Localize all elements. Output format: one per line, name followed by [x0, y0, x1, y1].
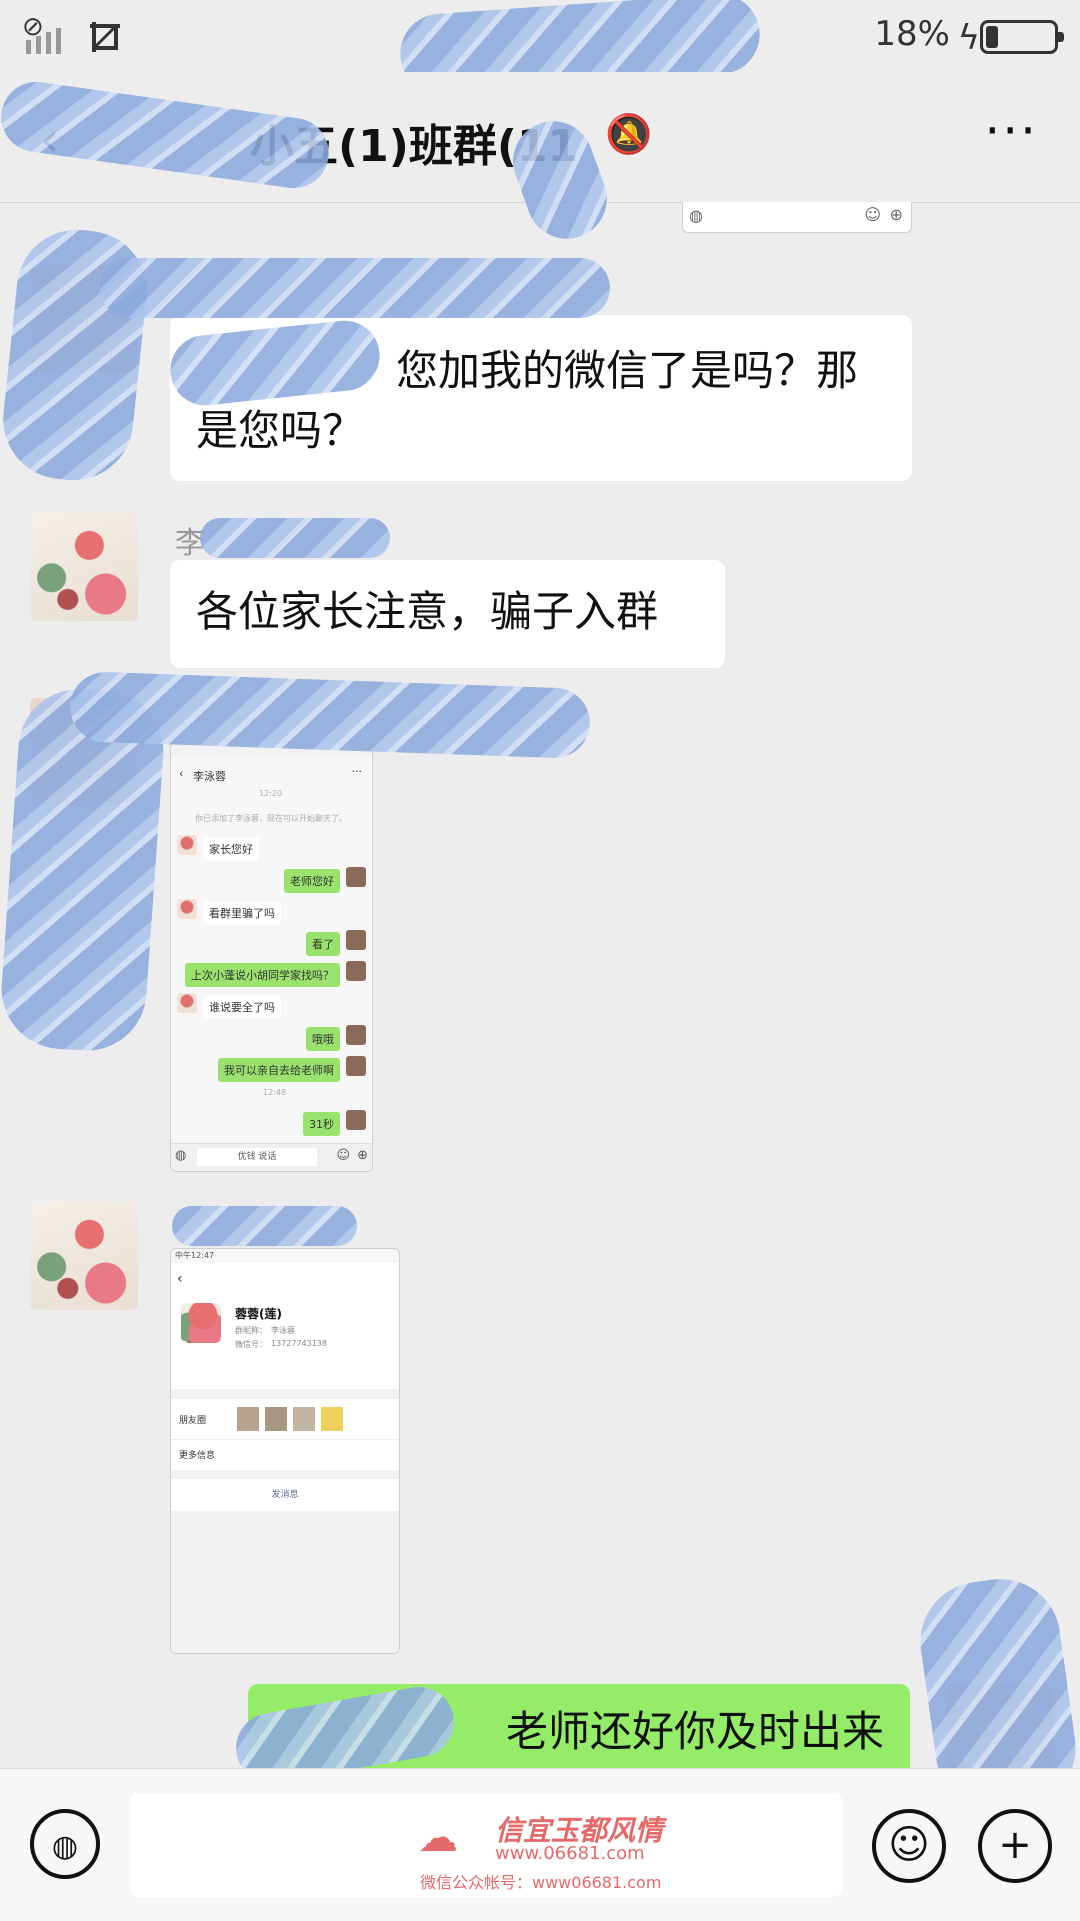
battery-percent: 18% — [874, 14, 950, 54]
profile-card: ‹ 蓉蓉(莲) 群昵称： 李泳蓉 微信号： 13727743138 — [171, 1263, 399, 1389]
mini-message: 谁说要全了吗 — [203, 995, 281, 1019]
redaction-scribble — [172, 1206, 357, 1246]
avatar — [346, 930, 366, 950]
moments-thumb — [237, 1407, 259, 1431]
moments-label: 朋友圈 — [179, 1416, 207, 1426]
redaction-scribble — [100, 258, 610, 318]
avatar — [177, 993, 197, 1013]
voice-icon: ◍ — [51, 1829, 79, 1864]
mute-bell-icon: 🔕 — [605, 112, 653, 156]
more-info-label: 更多信息 — [179, 1451, 216, 1461]
mini-message: 哦哦 — [306, 1027, 340, 1051]
watermark-subtitle: 微信公众帐号：www06681.com — [420, 1873, 662, 1892]
mini-message: 家长您好 — [203, 837, 259, 861]
avatar — [346, 1025, 366, 1045]
nickname: 李泳蓉 — [271, 1326, 295, 1335]
emoji-icon: ☺ — [864, 205, 881, 224]
watermark-logo: ☁ — [418, 1815, 458, 1861]
more-options-button[interactable]: ··· — [984, 102, 1038, 160]
mini-message: 看了 — [306, 932, 340, 956]
plus-icon: ⊕ — [357, 1148, 368, 1163]
send-message-row: 发消息 — [171, 1479, 399, 1511]
emoji-button[interactable]: ☺ — [872, 1809, 946, 1883]
watermark-url: www.06681.com — [495, 1843, 645, 1864]
mini-message: 看群里骗了吗 — [203, 901, 281, 925]
mini-input-bar: ◍ 优钱 说话 ☺ ⊕ — [171, 1143, 372, 1171]
mini-message: 我可以亲自去给老师啊 — [218, 1058, 340, 1082]
moments-thumb — [321, 1407, 343, 1431]
image-thumbnail-edge[interactable]: ◍ ☺ ⊕ — [682, 202, 912, 233]
system-notice: 你已添加了李泳蓉，现在可以开始聊天了。 — [195, 814, 347, 823]
moments-thumb — [265, 1407, 287, 1431]
profile-name: 蓉蓉(莲) — [235, 1307, 282, 1321]
voice-icon: ◍ — [689, 206, 703, 225]
plus-icon: + — [998, 1822, 1032, 1868]
battery-icon — [980, 20, 1064, 54]
wechat-id-label: 微信号： — [235, 1340, 267, 1349]
more-plus-button[interactable]: + — [978, 1809, 1052, 1883]
profile-avatar — [181, 1303, 221, 1343]
avatar — [346, 1110, 366, 1130]
signal-icon — [26, 28, 61, 54]
avatar — [346, 961, 366, 981]
chat-title: 李泳蓉 — [193, 770, 226, 783]
image-message[interactable]: ‹ 李泳蓉 ··· 12:20 你已添加了李泳蓉，现在可以开始聊天了。 家长您好… — [170, 742, 373, 1172]
avatar[interactable] — [30, 1202, 138, 1310]
voice-icon: ◍ — [175, 1148, 187, 1163]
wechat-id: 13727743138 — [271, 1339, 327, 1348]
charging-bolt-icon: ϟ — [957, 18, 980, 58]
message-bubble[interactable]: 各位家长注意，骗子入群 — [170, 560, 725, 668]
watermark-cloud-icon: ☁ — [418, 1815, 458, 1861]
timestamp: 12:20 — [259, 789, 283, 798]
moments-row: 朋友圈 — [171, 1399, 399, 1439]
more-icon: ··· — [351, 765, 363, 778]
avatar — [346, 1056, 366, 1076]
image-message[interactable]: 中午12:47 ‹ 蓉蓉(莲) 群昵称： 李泳蓉 微信号： 1372774313… — [170, 1248, 400, 1654]
emoji-icon: ☺ — [888, 1822, 930, 1868]
voice-input-button[interactable]: ◍ — [30, 1809, 100, 1879]
mini-message: 老师您好 — [284, 869, 340, 893]
message-text: 各位家长注意，骗子入群 — [196, 587, 659, 636]
mini-message: 31秒 — [303, 1112, 340, 1136]
moments-thumb — [293, 1407, 315, 1431]
send-message-label: 发消息 — [271, 1490, 299, 1500]
more-info-row: 更多信息 — [171, 1439, 399, 1470]
message-text-line: 是您吗？ — [196, 406, 365, 455]
emoji-icon: ☺ — [336, 1148, 350, 1163]
input-bar: ◍ ☁ 信宜玉都风情 www.06681.com 微信公众帐号：www06681… — [0, 1768, 1080, 1921]
avatar — [346, 867, 366, 887]
avatar[interactable] — [30, 513, 138, 621]
message-input[interactable]: ☁ 信宜玉都风情 www.06681.com 微信公众帐号：www06681.c… — [130, 1793, 842, 1897]
screenshot-icon — [90, 22, 120, 52]
back-icon: ‹ — [179, 767, 184, 780]
mini-status-bar: 中午12:47 — [171, 1249, 399, 1263]
avatar — [177, 835, 197, 855]
mini-input: 优钱 说话 — [197, 1148, 317, 1166]
plus-icon: ⊕ — [889, 205, 903, 224]
message-text: 老师还好你及时出来 — [505, 1707, 884, 1756]
timestamp: 12:48 — [263, 1088, 287, 1097]
status-time: 中午12:47 — [175, 1251, 215, 1260]
mini-message: 上次小蓬说小胡同学家找吗？ — [185, 963, 340, 987]
redaction-scribble — [200, 518, 390, 558]
back-icon: ‹ — [177, 1271, 183, 1287]
avatar — [177, 899, 197, 919]
nickname-label: 群昵称： — [235, 1326, 267, 1335]
